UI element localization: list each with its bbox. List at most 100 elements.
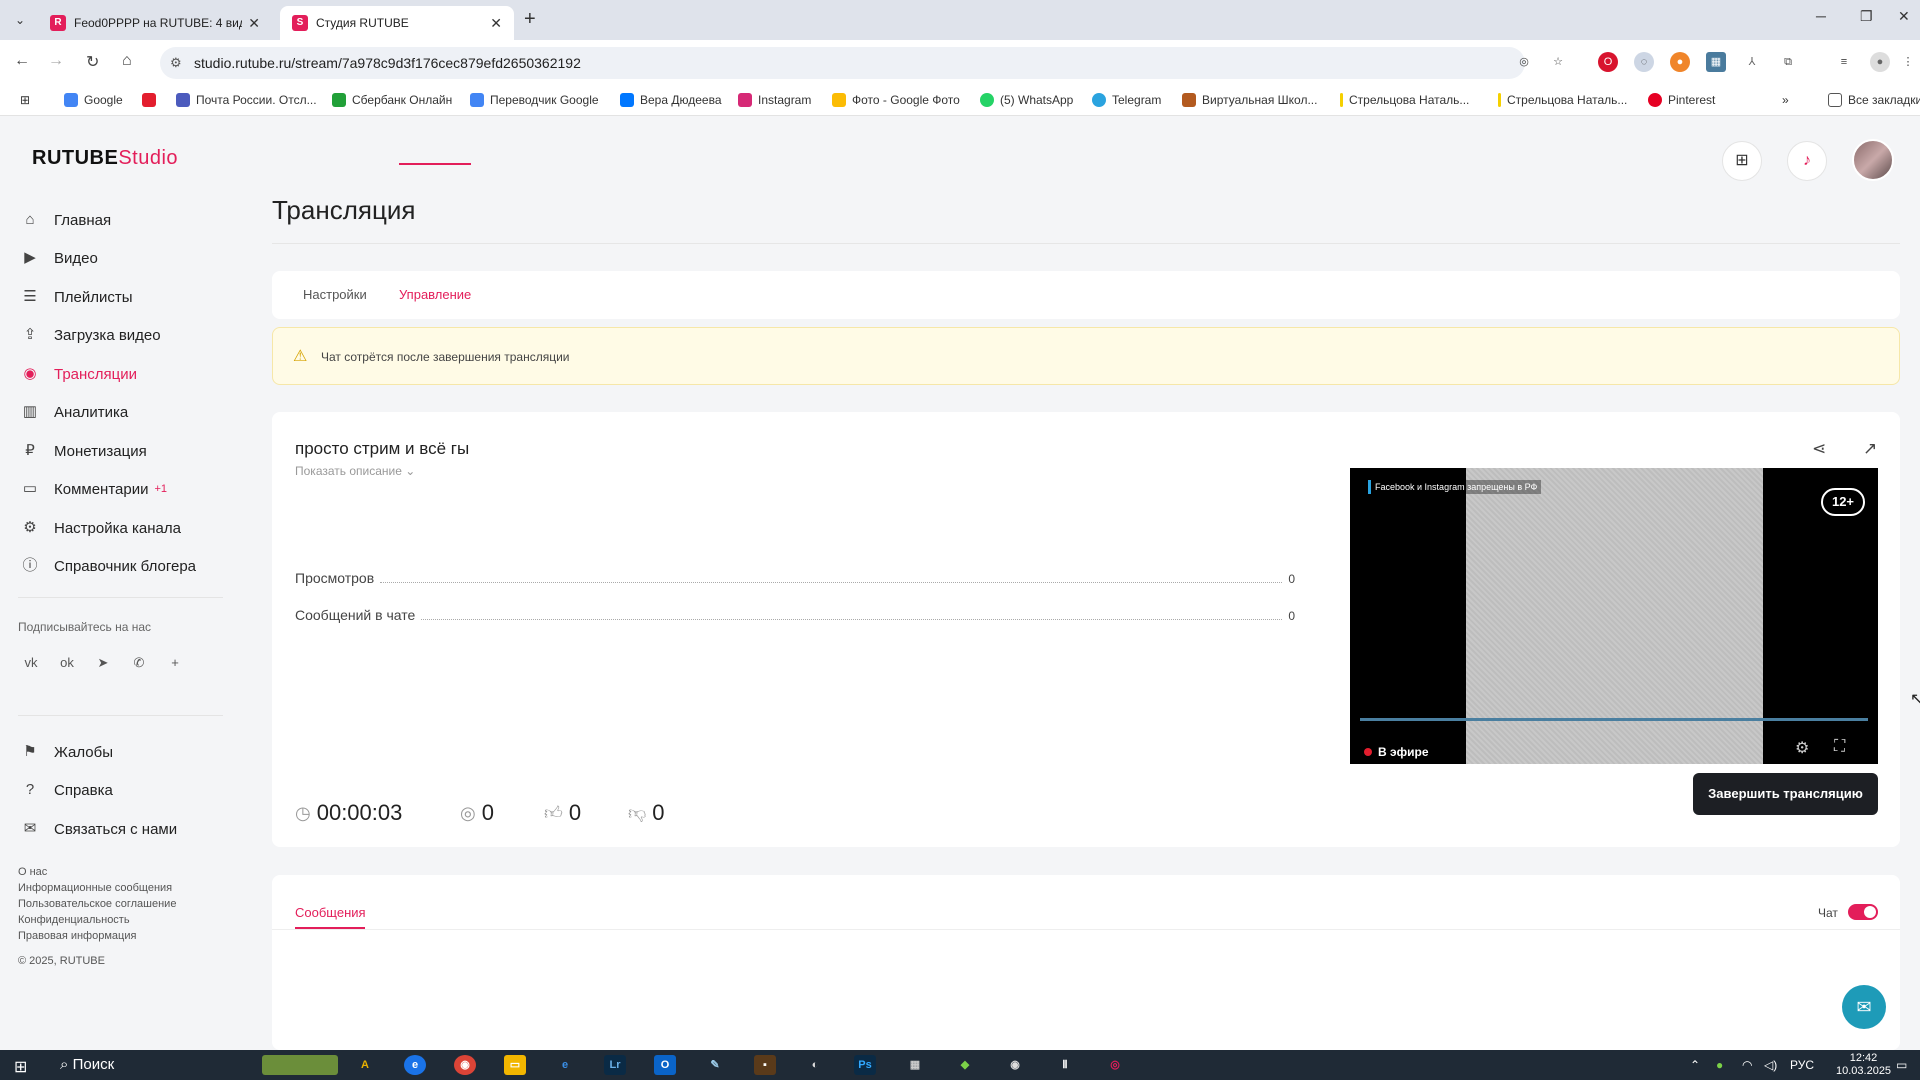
- app-icon[interactable]: ◆: [954, 1055, 976, 1075]
- sidebar-item-video[interactable]: ▶ Видео: [20, 244, 220, 272]
- sidebar-item-monetization[interactable]: ₽ Монетизация: [20, 437, 220, 465]
- bookmark-instagram[interactable]: Instagram: [738, 93, 811, 107]
- bookmark-google-photos[interactable]: Фото - Google Фото: [832, 93, 960, 107]
- tab-settings[interactable]: Настройки: [303, 287, 367, 302]
- footer-link-legal[interactable]: Правовая информация: [18, 930, 136, 942]
- odnoklassniki-icon[interactable]: ok: [56, 652, 78, 674]
- bookmark-virtual-school[interactable]: Виртуальная Школ...: [1182, 93, 1317, 107]
- sidebar-item-home[interactable]: ⌂ Главная: [20, 206, 220, 234]
- telegram-icon[interactable]: ➤: [92, 652, 114, 674]
- extension-icon[interactable]: ▦: [1706, 52, 1726, 72]
- outlook-icon[interactable]: O: [654, 1055, 676, 1075]
- tab-messages[interactable]: Сообщения: [295, 905, 366, 920]
- bookmarks-overflow-icon[interactable]: »: [1782, 93, 1789, 107]
- chat-toggle[interactable]: [1848, 904, 1878, 920]
- file-explorer-icon[interactable]: ▭: [504, 1055, 526, 1075]
- external-link-icon[interactable]: ↗: [1863, 439, 1877, 459]
- profile-icon[interactable]: ●: [1870, 52, 1890, 72]
- tab-management[interactable]: Управление: [399, 287, 471, 302]
- forward-arrow-icon[interactable]: →: [48, 52, 64, 70]
- taskbar-widget-icon[interactable]: [262, 1055, 338, 1075]
- viber-icon[interactable]: ✆: [128, 652, 150, 674]
- taskbar-search[interactable]: ⌕ Поиск: [60, 1056, 114, 1073]
- star-icon[interactable]: ☆: [1548, 52, 1568, 72]
- bell-icon[interactable]: ♪: [1787, 141, 1827, 181]
- close-icon[interactable]: ✕: [490, 15, 502, 32]
- site-settings-icon[interactable]: ⚙: [170, 47, 182, 79]
- media-control-icon[interactable]: ≡: [1834, 52, 1854, 72]
- photoshop-icon[interactable]: Ps: [854, 1055, 876, 1075]
- window-close-icon[interactable]: ✕: [1898, 8, 1910, 25]
- vk-icon[interactable]: vk: [20, 652, 42, 674]
- tray-chevron-up-icon[interactable]: ⌃: [1690, 1058, 1700, 1072]
- app-icon[interactable]: ◎: [1104, 1055, 1126, 1075]
- bookmark-telegram[interactable]: Telegram: [1092, 93, 1161, 107]
- browser-menu-icon[interactable]: ⋮: [1898, 52, 1918, 72]
- support-chat-icon[interactable]: ✉: [1842, 985, 1886, 1029]
- all-bookmarks[interactable]: Все закладки: [1828, 93, 1920, 107]
- avatar[interactable]: [1852, 139, 1894, 181]
- opera-extension-icon[interactable]: O: [1598, 52, 1618, 72]
- puzzle-icon[interactable]: ⧉: [1778, 52, 1798, 72]
- player-progress-bar[interactable]: [1360, 718, 1868, 721]
- tray-app-icon[interactable]: ●: [1716, 1058, 1723, 1072]
- footer-link-info[interactable]: Информационные сообщения: [18, 882, 172, 894]
- lightroom-icon[interactable]: Lr: [604, 1055, 626, 1075]
- volume-icon[interactable]: ◁): [1764, 1058, 1777, 1072]
- sidebar-item-help[interactable]: ? Справка: [20, 776, 220, 804]
- video-player[interactable]: Facebook и Instagram запрещены в РФ 12+ …: [1350, 468, 1878, 764]
- sidebar-item-broadcasts[interactable]: ◉ Трансляции: [20, 360, 220, 388]
- chrome-icon[interactable]: ◉: [454, 1055, 476, 1075]
- eye-app-icon[interactable]: ◉: [1004, 1055, 1026, 1075]
- minecraft-icon[interactable]: ▪: [754, 1055, 776, 1075]
- url-field[interactable]: ⚙ studio.rutube.ru/stream/7a978c9d3f176c…: [160, 47, 1525, 79]
- home-icon[interactable]: ⌂: [122, 52, 132, 70]
- extension-icon[interactable]: ⅄: [1742, 52, 1762, 72]
- tab-search-chevron-icon[interactable]: ⌄: [10, 10, 30, 30]
- settings-gear-icon[interactable]: ⚙: [1795, 738, 1809, 758]
- show-description-toggle[interactable]: Показать описание ⌄: [295, 464, 415, 478]
- browser-tab-channel[interactable]: R Feod0PPPP на RUTUBE: 4 виде ✕: [38, 6, 272, 40]
- sidebar-item-contact[interactable]: ✉ Связаться с нами: [20, 815, 220, 843]
- notes-icon[interactable]: ✎: [704, 1055, 726, 1075]
- bookmark-streltsova-2[interactable]: Стрельцова Наталь...: [1498, 93, 1627, 107]
- fullscreen-icon[interactable]: ⛶: [1834, 738, 1845, 756]
- bookmark-youtube[interactable]: [142, 93, 162, 107]
- footer-link-about[interactable]: О нас: [18, 866, 47, 878]
- app-icon[interactable]: Ⅱ: [1054, 1055, 1076, 1075]
- language-indicator[interactable]: РУС: [1790, 1058, 1814, 1072]
- wifi-icon[interactable]: ◠: [1742, 1058, 1752, 1072]
- upload-plus-icon[interactable]: ⊞: [1722, 141, 1762, 181]
- share-icon[interactable]: ⋖: [1812, 439, 1826, 459]
- footer-link-privacy[interactable]: Конфиденциальность: [18, 914, 130, 926]
- sidebar-item-analytics[interactable]: ▥ Аналитика: [20, 398, 220, 426]
- apps-grid-icon[interactable]: ⊞: [20, 93, 30, 107]
- close-icon[interactable]: ✕: [248, 15, 260, 32]
- edge-icon[interactable]: e: [404, 1055, 426, 1075]
- notifications-icon[interactable]: ▭: [1896, 1058, 1907, 1072]
- sidebar-item-blogger-guide[interactable]: ⓘ Справочник блогера: [20, 552, 220, 580]
- bookmark-vk[interactable]: Вера Дюдеева: [620, 93, 722, 107]
- bookmark-pochta[interactable]: Почта России. Отсл...: [176, 93, 317, 107]
- extension-icon[interactable]: ●: [1670, 52, 1690, 72]
- eye-off-icon[interactable]: ◎: [1514, 52, 1534, 72]
- bookmark-google[interactable]: Google: [64, 93, 123, 107]
- sidebar-item-complaints[interactable]: ⚑ Жалобы: [20, 738, 220, 766]
- taskbar-clock[interactable]: 12:42 10.03.2025: [1836, 1052, 1891, 1078]
- end-stream-button[interactable]: Завершить трансляцию: [1693, 773, 1878, 815]
- sidebar-item-comments[interactable]: ▭ Комментарии +1: [20, 475, 220, 503]
- sidebar-item-channel-settings[interactable]: ⚙ Настройка канала: [20, 514, 220, 542]
- minimize-icon[interactable]: ─: [1816, 8, 1826, 24]
- restore-icon[interactable]: ❐: [1860, 8, 1873, 25]
- back-arrow-icon[interactable]: ←: [14, 52, 30, 70]
- bookmark-translate[interactable]: Переводчик Google: [470, 93, 599, 107]
- internet-explorer-icon[interactable]: e: [554, 1055, 576, 1075]
- browser-tab-studio[interactable]: S Студия RUTUBE ✕: [280, 6, 514, 40]
- app-icon[interactable]: ◐: [804, 1055, 826, 1075]
- bookmark-pinterest[interactable]: Pinterest: [1648, 93, 1715, 107]
- more-plus-icon[interactable]: +: [164, 652, 186, 674]
- extension-icon[interactable]: ◌: [1634, 52, 1654, 72]
- bookmark-streltsova-1[interactable]: Стрельцова Наталь...: [1340, 93, 1469, 107]
- calculator-icon[interactable]: ▦: [904, 1055, 926, 1075]
- sidebar-item-playlists[interactable]: ☰ Плейлисты: [20, 283, 220, 311]
